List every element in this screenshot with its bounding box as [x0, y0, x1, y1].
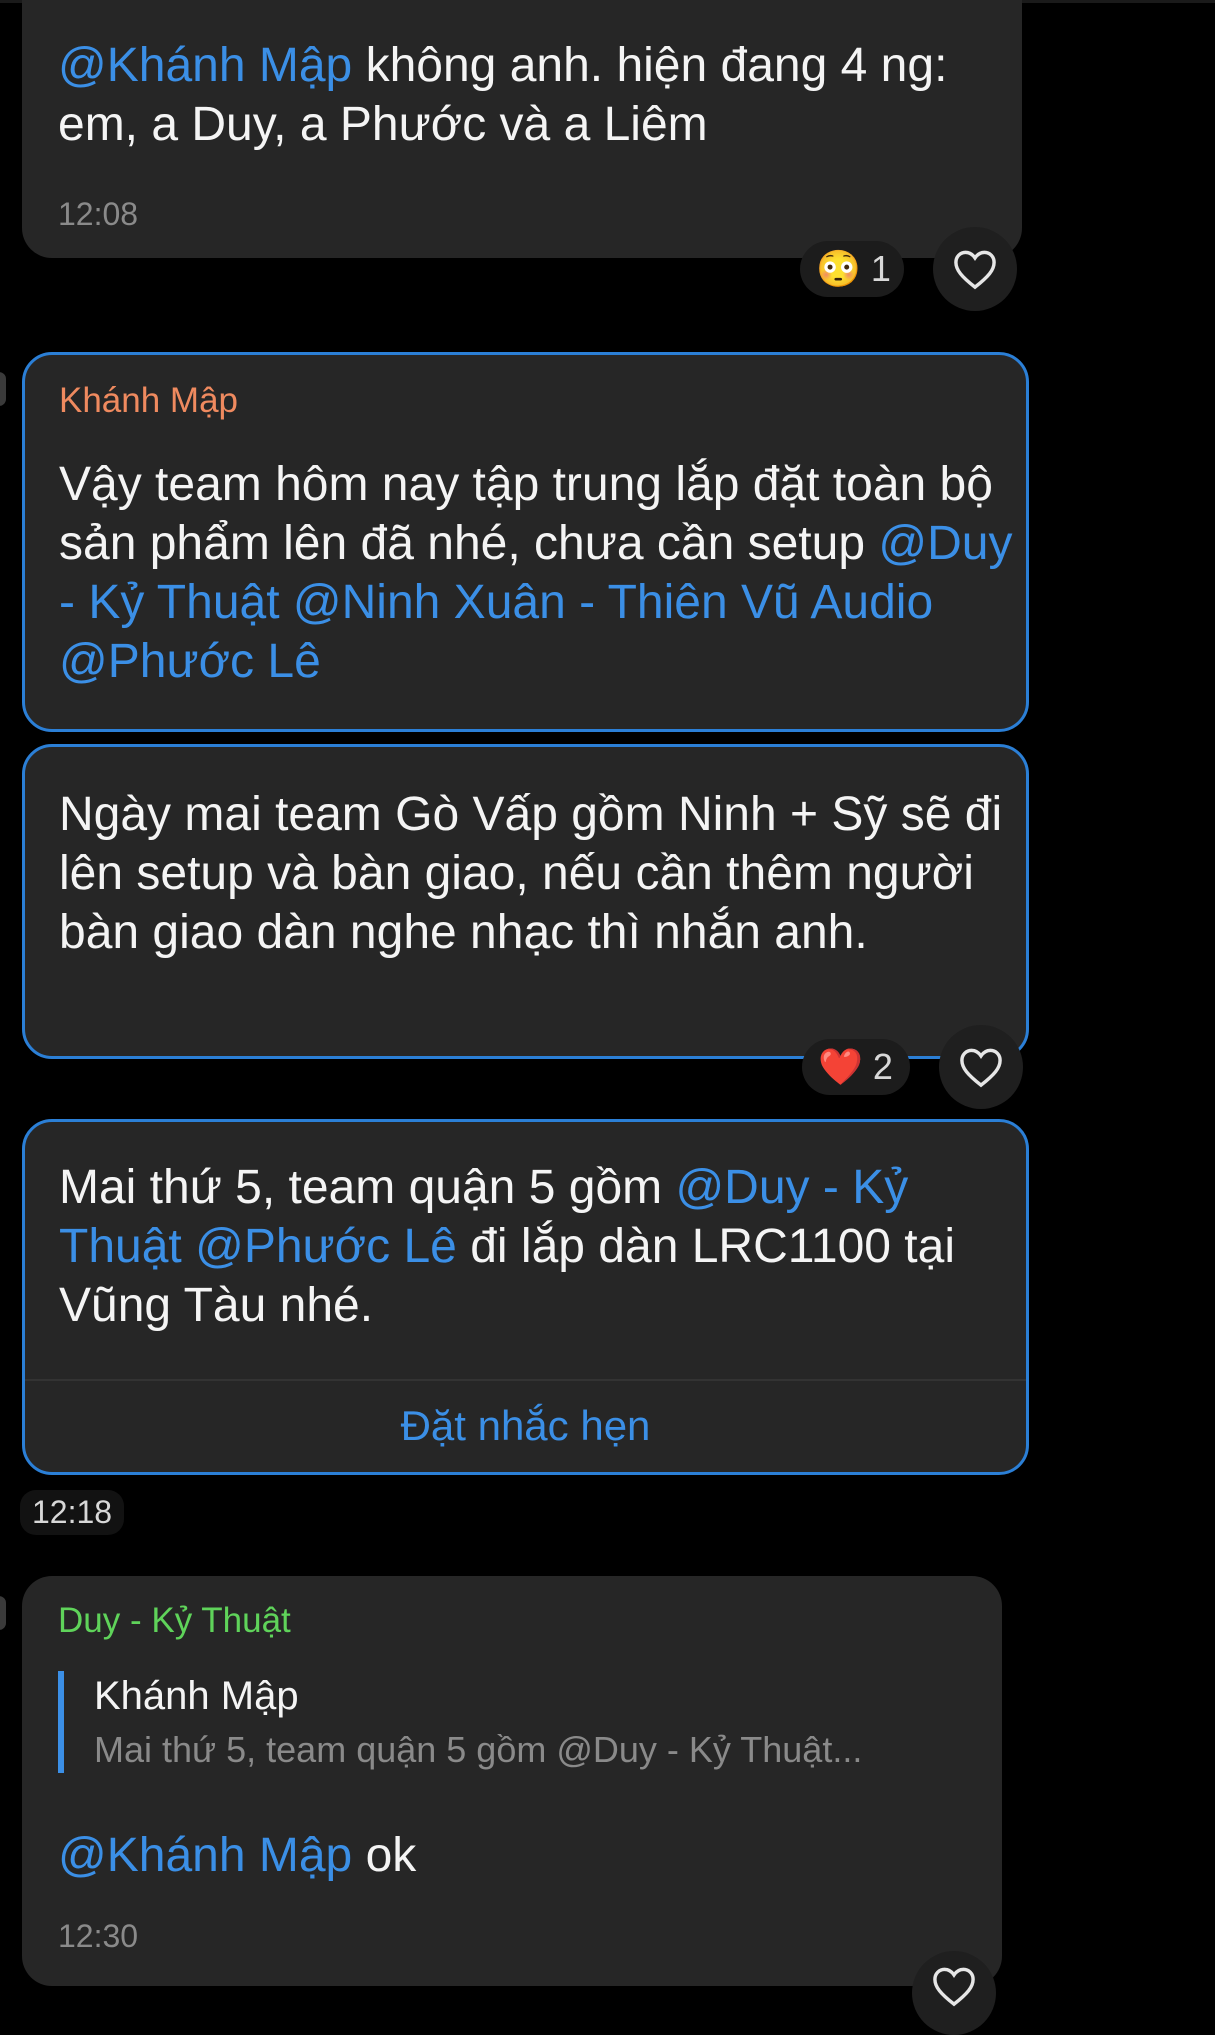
message-bubble-2[interactable]: Khánh Mập Vậy team hôm nay tập trung lắp… [22, 352, 1029, 732]
reaction-pill[interactable]: 😳 1 [800, 241, 904, 297]
message-text: @Khánh Mập ok [58, 1826, 958, 1885]
heart-outline-icon [933, 1967, 975, 2007]
mention-link[interactable]: @Phước Lê [195, 1220, 457, 1273]
reply-quote[interactable]: Khánh Mập Mai thứ 5, team quận 5 gồm @Du… [58, 1671, 862, 1773]
message-text: @Khánh Mập không anh. hiện đang 4 ng: em… [58, 36, 958, 154]
message-bubble-4[interactable]: Mai thứ 5, team quận 5 gồm @Duy - Kỷ Thu… [22, 1119, 1029, 1475]
heart-outline-icon [954, 250, 996, 290]
react-heart-button[interactable] [912, 1951, 996, 2035]
text-segment: Vậy team hôm nay tập trung lắp đặt toàn … [59, 458, 993, 570]
reaction-emoji: ❤️ [818, 1046, 863, 1087]
mention-link[interactable]: @Phước Lê [59, 635, 321, 688]
text-segment [280, 576, 293, 629]
message-text: Ngày mai team Gò Vấp gồm Ninh + Sỹ sẽ đi… [59, 785, 1019, 962]
selection-edge-marker [0, 372, 6, 406]
reply-quote-name: Khánh Mập [94, 1674, 299, 1718]
react-heart-button[interactable] [933, 227, 1017, 311]
reaction-pill[interactable]: ❤️ 2 [802, 1039, 910, 1095]
message-text: Mai thứ 5, team quận 5 gồm @Duy - Kỷ Thu… [59, 1158, 1019, 1335]
message-text: Vậy team hôm nay tập trung lắp đặt toàn … [59, 455, 1019, 691]
text-segment: ok [352, 1829, 417, 1882]
action-divider [25, 1379, 1026, 1381]
reply-quote-text: Mai thứ 5, team quận 5 gồm @Duy - Kỷ Thu… [94, 1729, 863, 1770]
group-time: 12:18 [20, 1490, 125, 1535]
reaction-emoji: 😳 [816, 248, 861, 289]
set-reminder-button[interactable]: Đặt nhắc hẹn [25, 1402, 1026, 1450]
heart-outline-icon [960, 1048, 1002, 1088]
mention-link[interactable]: @Ninh Xuân - Thiên Vũ Audio [293, 576, 933, 629]
message-bubble-5[interactable]: Duy - Kỷ Thuật Khánh Mập Mai thứ 5, team… [22, 1576, 1002, 1986]
text-segment [182, 1220, 195, 1273]
reaction-count: 2 [872, 1046, 893, 1087]
reaction-count: 1 [870, 248, 891, 289]
message-time: 12:30 [58, 1918, 139, 1954]
mention-link[interactable]: @Khánh Mập [58, 39, 352, 92]
selection-edge-marker [0, 1596, 6, 1630]
message-time: 12:08 [58, 196, 139, 232]
message-bubble-1[interactable]: @Khánh Mập không anh. hiện đang 4 ng: em… [22, 0, 1022, 258]
text-segment: Ngày mai team Gò Vấp gồm Ninh + Sỹ sẽ đi… [59, 788, 1003, 959]
sender-name: Duy - Kỷ Thuật [58, 1601, 291, 1640]
sender-name: Khánh Mập [59, 381, 239, 420]
mention-link[interactable]: @Khánh Mập [58, 1829, 352, 1882]
react-heart-button[interactable] [939, 1025, 1023, 1109]
text-segment: Mai thứ 5, team quận 5 gồm [59, 1161, 676, 1214]
message-bubble-3[interactable]: Ngày mai team Gò Vấp gồm Ninh + Sỹ sẽ đi… [22, 744, 1029, 1059]
